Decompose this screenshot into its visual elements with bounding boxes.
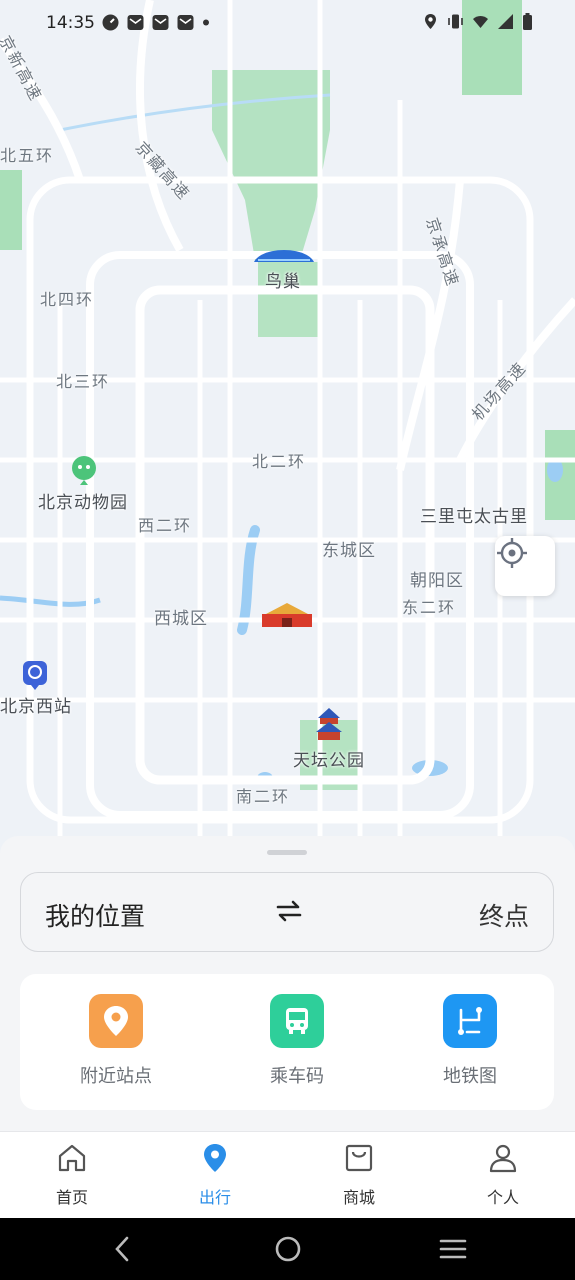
home-circle-icon[interactable]	[274, 1235, 302, 1263]
back-icon[interactable]	[112, 1235, 132, 1263]
subway-map-icon	[443, 994, 497, 1048]
user-icon	[489, 1144, 517, 1173]
bus-icon	[270, 994, 324, 1048]
tab-label-mall: 商城	[342, 1188, 375, 1207]
location-pin-icon	[89, 994, 143, 1048]
wifi-icon	[473, 16, 488, 28]
status-icons-right	[422, 13, 533, 30]
road-label-west2: 西二环	[138, 516, 193, 535]
swap-icon[interactable]	[276, 900, 302, 922]
system-navigation-bar	[0, 1218, 575, 1280]
mail-icon	[177, 15, 194, 30]
home-icon	[58, 1144, 86, 1172]
tab-home[interactable]: 首页	[27, 1142, 117, 1208]
vibrate-icon	[448, 14, 463, 29]
map-view[interactable]: 鸟巢 北京动物园 东城区 西城区 朝阳区 三里屯太古里 北京西站 天坛公园 北五…	[0, 0, 575, 860]
map-label-sanlitun: 三里屯太古里	[420, 507, 528, 527]
road-label-east2: 东二环	[402, 598, 457, 617]
location-icon	[204, 1144, 226, 1172]
map-label-birds-nest: 鸟巢	[265, 272, 301, 292]
location-icon	[425, 14, 436, 29]
tiananmen-icon[interactable]	[258, 600, 316, 628]
road-label-north5: 北五环	[0, 146, 55, 165]
birds-nest-icon[interactable]	[252, 242, 316, 264]
map-label-xicheng: 西城区	[154, 609, 208, 629]
destination-field[interactable]: 终点	[479, 897, 529, 933]
status-icons-left	[102, 14, 210, 31]
shopping-bag-icon	[345, 1144, 373, 1172]
tab-mall[interactable]: 商城	[314, 1142, 404, 1208]
sheet-drag-handle[interactable]	[267, 850, 307, 855]
train-station-icon[interactable]	[22, 660, 48, 690]
status-time: 14:35	[46, 13, 95, 33]
battery-icon	[523, 13, 532, 30]
quick-actions-card: 附近站点 乘车码 地铁图	[20, 974, 554, 1110]
locate-me-button[interactable]	[495, 536, 555, 596]
tab-label-home: 首页	[55, 1188, 88, 1207]
tab-travel[interactable]: 出行	[170, 1142, 260, 1208]
map-label-temple-of-heaven: 天坛公园	[293, 751, 365, 771]
recents-menu-icon[interactable]	[439, 1235, 467, 1263]
bottom-sheet[interactable]: 我的位置 终点 附近站点 乘车码 地铁图	[0, 836, 575, 1132]
tab-label-travel: 出行	[198, 1188, 231, 1207]
origin-field[interactable]: 我的位置	[45, 897, 145, 933]
road-label-north3: 北三环	[56, 372, 111, 391]
map-label-west-station: 北京西站	[0, 697, 72, 717]
quick-nearby-stations[interactable]: 附近站点	[46, 994, 186, 1088]
quick-label-nearby: 附近站点	[80, 1066, 152, 1087]
quick-label-ride-code: 乘车码	[270, 1066, 324, 1087]
crosshair-icon	[497, 538, 527, 568]
quick-ride-code[interactable]: 乘车码	[227, 994, 367, 1088]
signal-icon	[498, 14, 513, 29]
mail-icon	[152, 15, 169, 30]
mail-icon	[127, 15, 144, 30]
road-label-north2: 北二环	[252, 452, 307, 471]
map-label-zoo: 北京动物园	[38, 493, 128, 513]
route-input-box[interactable]: 我的位置 终点	[20, 872, 554, 952]
road-label-south2: 南二环	[236, 787, 291, 806]
zoo-icon[interactable]	[70, 455, 98, 485]
map-label-chaoyang: 朝阳区	[410, 571, 464, 591]
road-label-north4: 北四环	[40, 290, 95, 309]
map-canvas	[0, 0, 575, 860]
quick-label-subway-map: 地铁图	[443, 1066, 497, 1087]
quick-subway-map[interactable]: 地铁图	[400, 994, 540, 1088]
map-label-dongcheng: 东城区	[322, 541, 376, 561]
temple-of-heaven-icon[interactable]	[314, 706, 344, 742]
bottom-tab-bar: 首页 出行 商城 个人	[0, 1131, 575, 1219]
tab-profile[interactable]: 个人	[458, 1142, 548, 1208]
speedometer-icon	[102, 14, 119, 31]
tab-label-profile: 个人	[486, 1188, 519, 1207]
dot-icon	[203, 19, 209, 26]
status-bar: 14:35	[0, 0, 575, 48]
